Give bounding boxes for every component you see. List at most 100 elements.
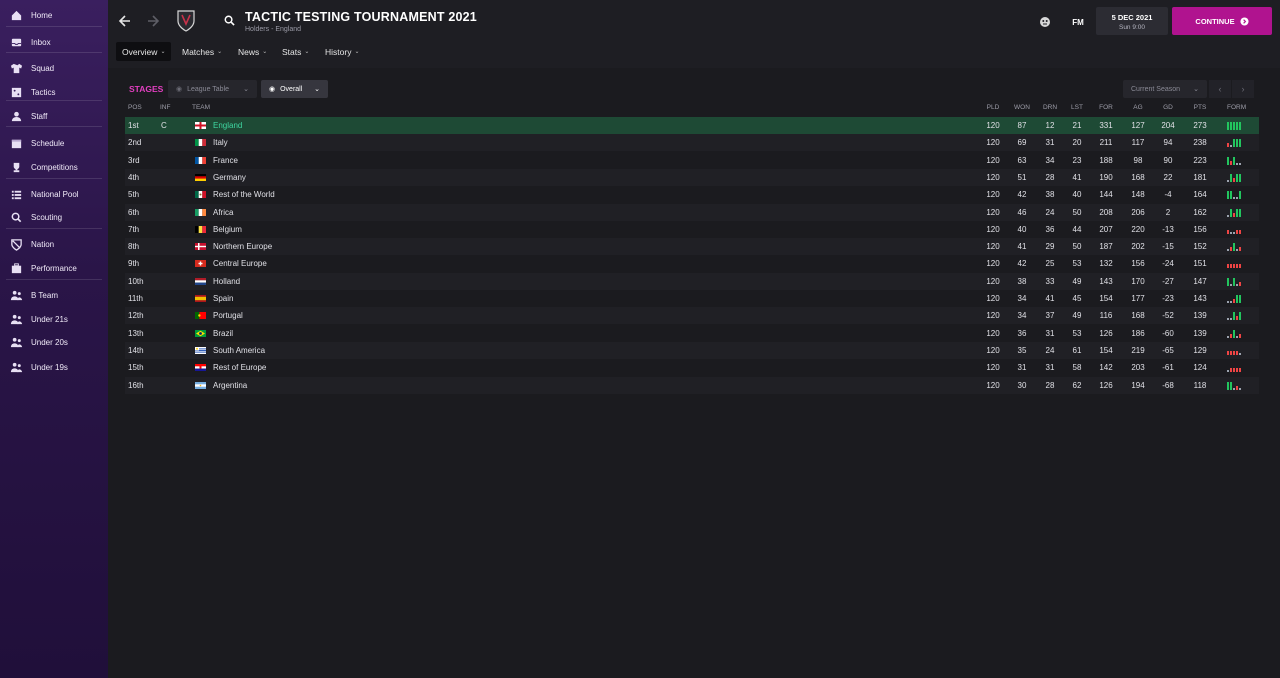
lst-cell: 58 xyxy=(1072,363,1082,373)
table-row[interactable]: 7th Belgium 120 40 36 44 207 220 -13 156 xyxy=(125,220,1259,238)
table-row[interactable]: 6th Africa 120 46 24 50 208 206 2 162 xyxy=(125,203,1259,221)
team-name[interactable]: Belgium xyxy=(213,225,242,234)
pld-cell: 120 xyxy=(986,328,1000,338)
team-name[interactable]: Germany xyxy=(213,173,246,182)
tab-history[interactable]: History ⌄ xyxy=(319,42,365,61)
info-cell: C xyxy=(161,121,167,130)
sidebar-item-competitions[interactable]: Competitions xyxy=(0,156,108,178)
manager-button[interactable] xyxy=(1037,14,1053,30)
continue-button[interactable]: CONTINUE xyxy=(1172,7,1272,35)
team-name[interactable]: England xyxy=(213,121,242,130)
table-row[interactable]: 11th Spain 120 34 41 45 154 177 -23 143 xyxy=(125,290,1259,307)
sidebar-item-label: Schedule xyxy=(31,138,65,148)
form-bar-l xyxy=(1230,350,1232,355)
team-name[interactable]: Italy xyxy=(213,138,228,147)
col-pld[interactable]: PLD xyxy=(980,104,1006,111)
col-ag[interactable]: AG xyxy=(1125,104,1151,111)
col-won[interactable]: WON xyxy=(1009,104,1035,111)
chevron-down-icon: ⌄ xyxy=(217,49,223,55)
sidebar-item-inbox[interactable]: Inbox xyxy=(0,31,108,53)
table-row[interactable]: 3rd France 120 63 34 23 188 98 90 223 xyxy=(125,151,1259,169)
chevron-right-circle-icon xyxy=(1240,16,1249,26)
team-name[interactable]: Africa xyxy=(213,208,233,217)
form-bar-l xyxy=(1230,160,1232,165)
competition-logo[interactable] xyxy=(174,8,198,34)
lst-cell: 23 xyxy=(1072,155,1082,165)
team-name[interactable]: South America xyxy=(213,346,265,355)
sidebar-item-b-team[interactable]: B Team xyxy=(0,284,108,306)
table-row[interactable]: 14th South America 120 35 24 61 154 219 -65 129 xyxy=(125,341,1259,359)
tab-matches[interactable]: Matches ⌄ xyxy=(176,42,228,61)
team-name[interactable]: Rest of Europe xyxy=(213,363,266,372)
overall-select[interactable]: ◉ Overall ⌄ xyxy=(261,80,328,98)
col-pos[interactable]: POS xyxy=(128,104,142,111)
form-bar-w xyxy=(1233,243,1235,252)
col-form[interactable]: FORM xyxy=(1227,104,1246,111)
table-row[interactable]: 1st C England 120 87 12 21 331 127 204 273 xyxy=(125,117,1259,134)
table-row[interactable]: 15th Rest of Europe 120 31 31 58 142 203 -61 124 xyxy=(125,359,1259,377)
table-row[interactable]: 2nd Italy 120 69 31 20 211 117 94 238 xyxy=(125,134,1259,152)
col-lst[interactable]: LST xyxy=(1064,104,1090,111)
position-cell: 4th xyxy=(128,172,140,182)
switzerland-flag-icon xyxy=(195,260,206,268)
date-display[interactable]: 5 DEC 2021 Sun 9:00 xyxy=(1096,7,1168,35)
col-for[interactable]: FOR xyxy=(1093,104,1119,111)
team-name[interactable]: Argentina xyxy=(213,381,247,390)
col-team[interactable]: TEAM xyxy=(192,104,210,111)
sidebar-item-nation[interactable]: Nation xyxy=(0,233,108,255)
sidebar-item-under-21s[interactable]: Under 21s xyxy=(0,308,108,330)
fm-menu-button[interactable]: FM xyxy=(1066,14,1090,30)
league-table-select[interactable]: ◉ League Table ⌄ xyxy=(168,80,257,98)
table-row[interactable]: 12th Portugal 120 34 37 49 116 168 -52 139 xyxy=(125,307,1259,325)
drn-cell: 25 xyxy=(1045,259,1055,269)
back-button[interactable] xyxy=(116,12,134,30)
table-row[interactable]: 16th Argentina 120 30 28 62 126 194 -68 118 xyxy=(125,376,1259,394)
form-bar-d xyxy=(1227,335,1229,338)
ag-cell: 186 xyxy=(1131,328,1145,338)
team-name[interactable]: Portugal xyxy=(213,311,243,320)
tab-overview[interactable]: Overview ⌄ xyxy=(116,42,172,61)
table-row[interactable]: 10th Holland 120 38 33 49 143 170 -27 147 xyxy=(125,272,1259,290)
table-row[interactable]: 4th Germany 120 51 28 41 190 168 22 181 xyxy=(125,168,1259,186)
table-row[interactable]: 9th Central Europe 120 42 25 53 132 156 -24 151 xyxy=(125,255,1259,273)
col-pts[interactable]: PTS xyxy=(1187,104,1213,111)
chevron-down-icon: ⌄ xyxy=(354,49,360,55)
sidebar-item-staff[interactable]: Staff xyxy=(0,105,108,127)
sidebar-item-scouting[interactable]: Scouting xyxy=(0,206,108,228)
won-cell: 34 xyxy=(1017,294,1027,303)
table-row[interactable]: 5th Rest of the World 120 42 38 40 144 148 -4 164 xyxy=(125,186,1259,204)
sidebar-divider xyxy=(6,178,102,179)
sidebar-item-under-19s[interactable]: Under 19s xyxy=(0,356,108,378)
team-name[interactable]: France xyxy=(213,156,238,165)
sidebar-item-under-20s[interactable]: Under 20s xyxy=(0,331,108,353)
col-gd[interactable]: GD xyxy=(1155,104,1181,111)
season-select[interactable]: Current Season ⌄ xyxy=(1123,80,1207,98)
tab-news[interactable]: News ⌄ xyxy=(232,42,273,61)
forward-button[interactable] xyxy=(144,12,162,30)
sidebar-item-tactics[interactable]: Tactics xyxy=(0,81,108,103)
team-name[interactable]: Holland xyxy=(213,277,240,286)
sidebar-item-performance[interactable]: Performance xyxy=(0,257,108,279)
team-name[interactable]: Brazil xyxy=(213,329,233,338)
col-inf[interactable]: INF xyxy=(160,104,170,111)
team-name[interactable]: Spain xyxy=(213,294,233,303)
tab-stats[interactable]: Stats ⌄ xyxy=(276,42,315,61)
team-name[interactable]: Central Europe xyxy=(213,259,267,268)
sidebar-item-label: Under 20s xyxy=(31,337,68,347)
next-season-button[interactable]: › xyxy=(1232,80,1254,98)
form-bar-d xyxy=(1233,231,1235,234)
table-row[interactable]: 13th Brazil 120 36 31 53 126 186 -60 139 xyxy=(125,324,1259,342)
sidebar-item-national-pool[interactable]: National Pool xyxy=(0,183,108,205)
table-row[interactable]: 8th Northern Europe 120 41 29 50 187 202 -15 152 xyxy=(125,238,1259,256)
team-name[interactable]: Rest of the World xyxy=(213,190,275,199)
sidebar-item-schedule[interactable]: Schedule xyxy=(0,132,108,154)
prev-season-button[interactable]: ‹ xyxy=(1209,80,1231,98)
lst-cell: 49 xyxy=(1072,276,1082,286)
team-name[interactable]: Northern Europe xyxy=(213,242,272,251)
pts-cell: 118 xyxy=(1193,380,1207,390)
team-icon xyxy=(9,360,23,374)
search-button[interactable] xyxy=(222,13,236,27)
col-drn[interactable]: DRN xyxy=(1037,104,1063,111)
sidebar-item-home[interactable]: Home xyxy=(0,4,108,26)
sidebar-item-squad[interactable]: Squad xyxy=(0,57,108,79)
